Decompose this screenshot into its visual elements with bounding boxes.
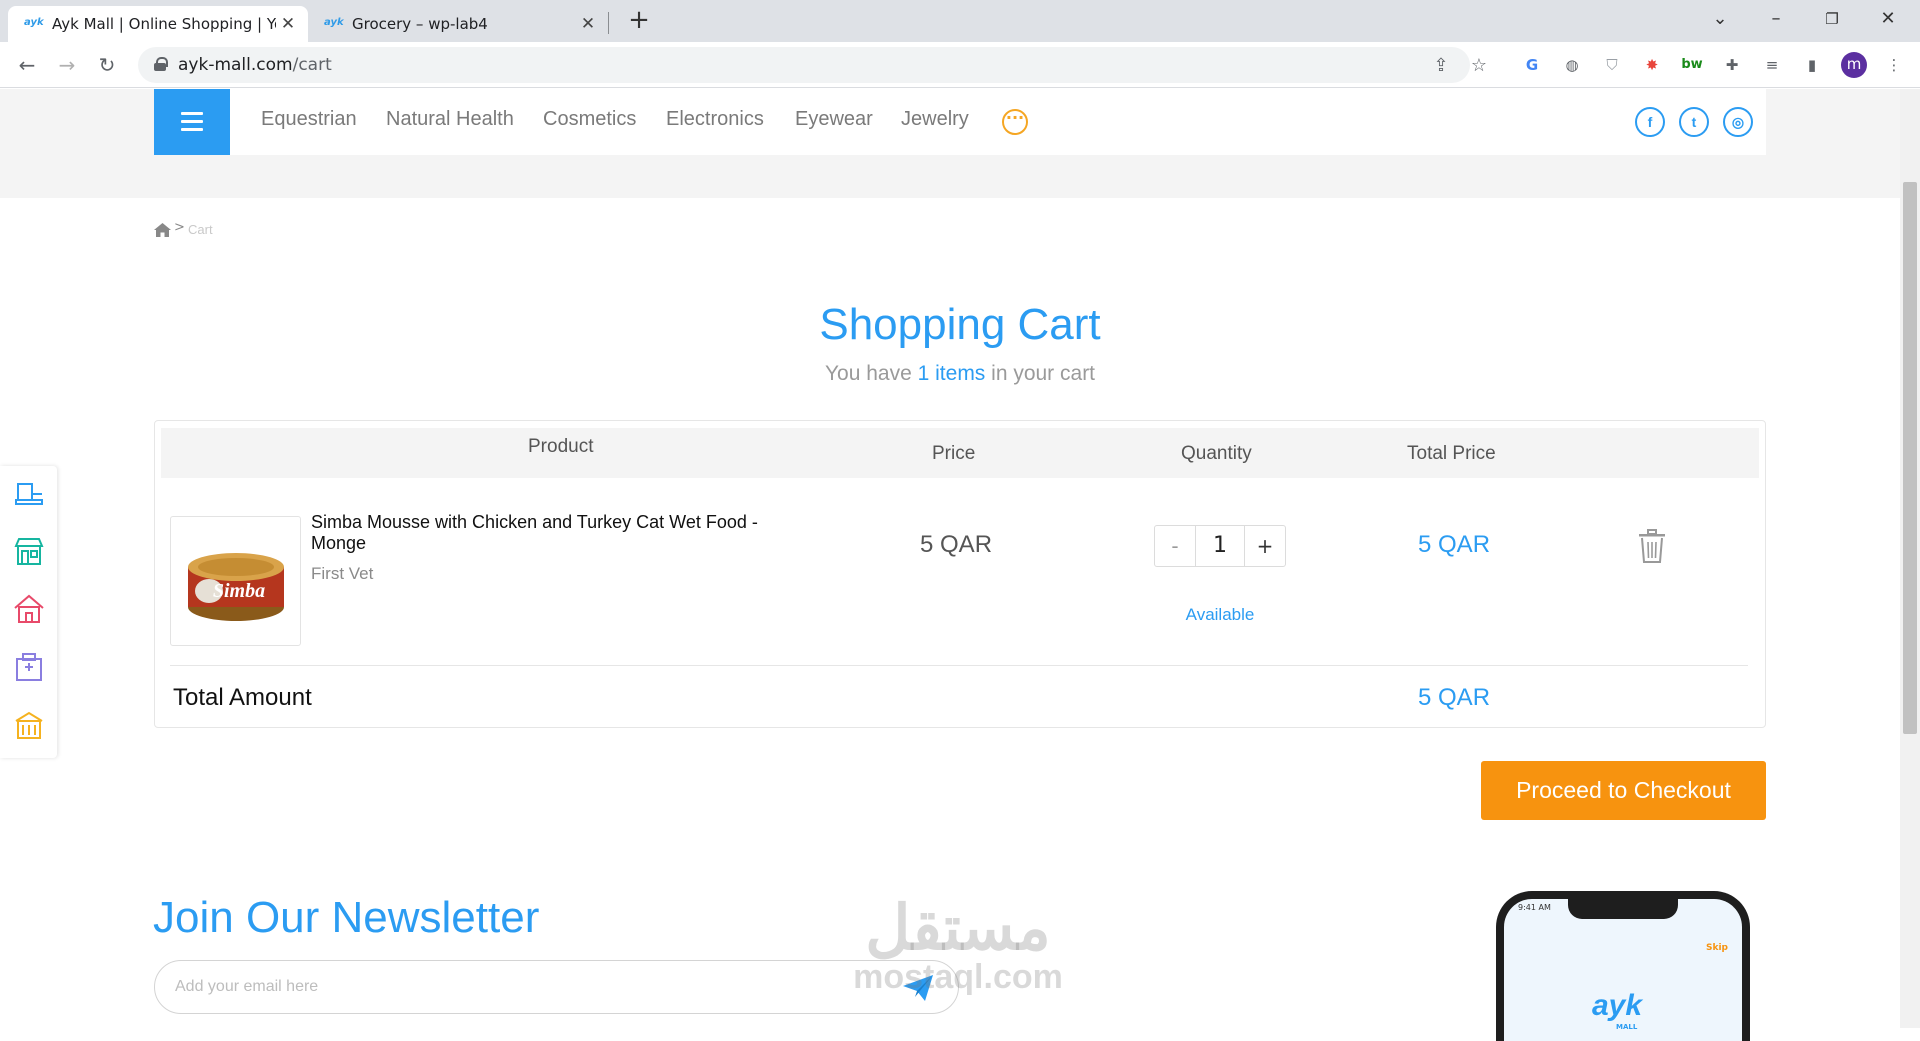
reading-list-icon[interactable]: ≡ xyxy=(1760,53,1784,77)
browser-tab[interactable]: ayk Grocery – wp-lab4 ✕ xyxy=(308,6,608,42)
app-phone-mockup: 9:41 AM Skip ayk MALL xyxy=(1496,891,1750,1041)
watermark: مستقل mostaql.com xyxy=(843,894,1073,996)
quantity-decrease-button[interactable]: - xyxy=(1155,526,1195,566)
product-brand-label: Simba xyxy=(213,580,265,602)
newsletter-email-input[interactable]: Add your email here xyxy=(154,960,959,1014)
tab-search-button[interactable]: ⌄ xyxy=(1692,0,1748,38)
product-seller: First Vet xyxy=(311,564,374,583)
bw-extension-icon[interactable]: bw xyxy=(1680,53,1704,77)
nav-category-jewelry[interactable]: Jewelry xyxy=(901,108,969,131)
restore-button[interactable]: ❐ xyxy=(1804,0,1860,38)
facebook-icon[interactable]: f xyxy=(1635,107,1665,137)
ayk-app-logo: ayk xyxy=(1592,989,1643,1022)
home-icon[interactable] xyxy=(12,592,46,626)
translate-extension-icon[interactable]: G xyxy=(1520,53,1544,77)
shield-extension-icon[interactable]: ⛉ xyxy=(1600,53,1624,77)
school-icon[interactable] xyxy=(12,708,46,742)
new-tab-button[interactable]: + xyxy=(624,6,654,36)
page-title: Shopping Cart xyxy=(819,300,1101,349)
column-header-price: Price xyxy=(932,443,976,464)
color-extension-icon[interactable]: ✸ xyxy=(1640,53,1664,77)
watermark-latin: mostaql.com xyxy=(853,958,1063,996)
profile-avatar[interactable]: m xyxy=(1841,52,1867,78)
availability-status: Available xyxy=(1185,605,1255,624)
page-scrollbar-thumb[interactable] xyxy=(1903,182,1917,734)
close-window-button[interactable]: ✕ xyxy=(1860,0,1916,38)
total-amount-value: 5 QAR xyxy=(1418,684,1491,711)
nav-category-cosmetics[interactable]: Cosmetics xyxy=(543,108,636,131)
newsletter-title: Join Our Newsletter xyxy=(153,893,540,942)
tab-title: Ayk Mall | Online Shopping | Your xyxy=(52,15,276,33)
instagram-icon[interactable]: ◎ xyxy=(1723,107,1753,137)
cart-divider xyxy=(170,665,1748,666)
nav-category-natural-health[interactable]: Natural Health xyxy=(386,108,514,131)
column-header-product: Product xyxy=(528,436,594,457)
extension-icon[interactable]: ◍ xyxy=(1560,53,1584,77)
phone-notch xyxy=(1568,899,1678,919)
breadcrumb-current: Cart xyxy=(188,222,213,237)
minimize-button[interactable]: – xyxy=(1748,0,1804,38)
product-price: 5 QAR xyxy=(920,531,993,558)
product-name[interactable]: Simba Mousse with Chicken and Turkey Cat… xyxy=(311,512,801,554)
browser-menu-icon[interactable]: ⋮ xyxy=(1882,53,1906,77)
forward-button[interactable]: → xyxy=(52,50,82,80)
twitter-icon[interactable]: t xyxy=(1679,107,1709,137)
side-panel-icon[interactable]: ▮ xyxy=(1800,53,1824,77)
ayk-favicon-icon: ayk xyxy=(24,17,44,28)
breadcrumb-separator: > xyxy=(174,220,185,235)
watermark-arabic: مستقل xyxy=(865,894,1051,963)
quantity-increase-button[interactable]: + xyxy=(1245,526,1285,566)
share-icon[interactable]: ⇪ xyxy=(1430,55,1452,77)
close-tab-icon[interactable]: ✕ xyxy=(276,14,300,34)
address-bar[interactable]: ayk-mall.com/cart ⇪ ☆ xyxy=(138,47,1487,83)
tab-title: Grocery – wp-lab4 xyxy=(352,15,488,33)
address-toolbar: ← → ↻ ayk-mall.com/cart ⇪ ☆ xyxy=(0,42,1920,88)
proceed-to-checkout-button[interactable]: Proceed to Checkout xyxy=(1481,761,1766,820)
cart-item-count: 1 items xyxy=(917,362,986,385)
nav-category-equestrian[interactable]: Equestrian xyxy=(261,108,357,131)
more-categories-icon[interactable]: ··· xyxy=(1002,109,1028,135)
column-header-total-price: Total Price xyxy=(1407,443,1496,464)
browser-tab-strip: ayk Ayk Mall | Online Shopping | Your ✕ … xyxy=(0,0,1920,42)
quantity-input[interactable]: 1 xyxy=(1195,526,1245,566)
nav-category-eyewear[interactable]: Eyewear xyxy=(795,108,873,131)
store-front-icon[interactable] xyxy=(12,476,46,510)
quantity-stepper: - 1 + xyxy=(1154,525,1286,567)
subtitle-suffix: in your cart xyxy=(985,362,1096,385)
item-total-price: 5 QAR xyxy=(1418,531,1491,558)
close-tab-icon[interactable]: ✕ xyxy=(576,14,600,34)
extensions-puzzle-icon[interactable]: ✚ xyxy=(1720,53,1744,77)
floating-sidebar xyxy=(0,466,57,758)
ayk-app-logo-sub: MALL xyxy=(1616,1023,1638,1031)
back-button[interactable]: ← xyxy=(12,50,42,80)
hamburger-menu-icon[interactable] xyxy=(154,89,230,155)
reload-button[interactable]: ↻ xyxy=(92,50,122,80)
shop-icon[interactable] xyxy=(12,534,46,568)
bookmark-star-icon[interactable]: ☆ xyxy=(1468,55,1490,77)
nav-category-electronics[interactable]: Electronics xyxy=(666,108,764,131)
total-amount-label: Total Amount xyxy=(173,684,312,711)
hospital-icon[interactable] xyxy=(12,650,46,684)
column-header-quantity: Quantity xyxy=(1181,443,1252,464)
tab-separator xyxy=(608,12,609,34)
cart-subtitle: You have 1 items in your cart xyxy=(0,362,1920,386)
phone-time: 9:41 AM xyxy=(1518,903,1551,912)
subtitle-prefix: You have xyxy=(824,362,918,385)
product-image[interactable]: Simba xyxy=(170,516,301,646)
delete-item-icon[interactable] xyxy=(1638,529,1666,567)
lock-icon[interactable] xyxy=(154,57,168,71)
home-icon[interactable] xyxy=(154,222,171,241)
url-path: /cart xyxy=(292,55,332,75)
phone-skip-label: Skip xyxy=(1706,943,1728,953)
url-text[interactable]: ayk-mall.com/cart xyxy=(178,55,332,75)
url-domain: ayk-mall.com xyxy=(178,55,293,75)
browser-tab-active[interactable]: ayk Ayk Mall | Online Shopping | Your ✕ xyxy=(8,6,308,42)
ayk-favicon-icon: ayk xyxy=(324,17,344,28)
